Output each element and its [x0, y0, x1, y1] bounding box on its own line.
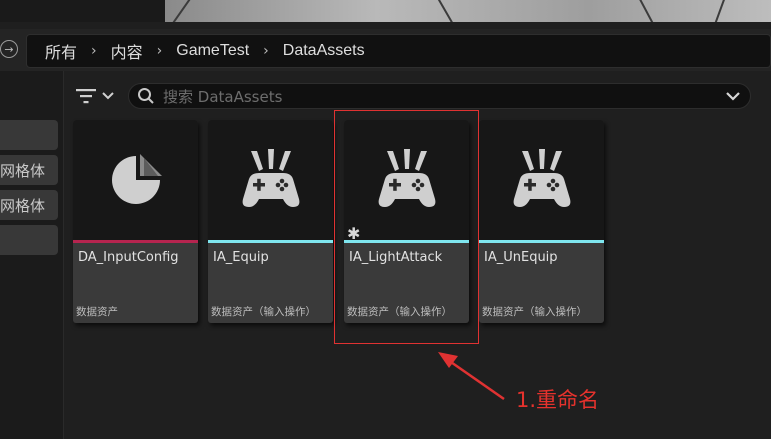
- annotation-label: 1.重命名: [516, 388, 600, 412]
- annotation-arrow-icon: [438, 352, 505, 401]
